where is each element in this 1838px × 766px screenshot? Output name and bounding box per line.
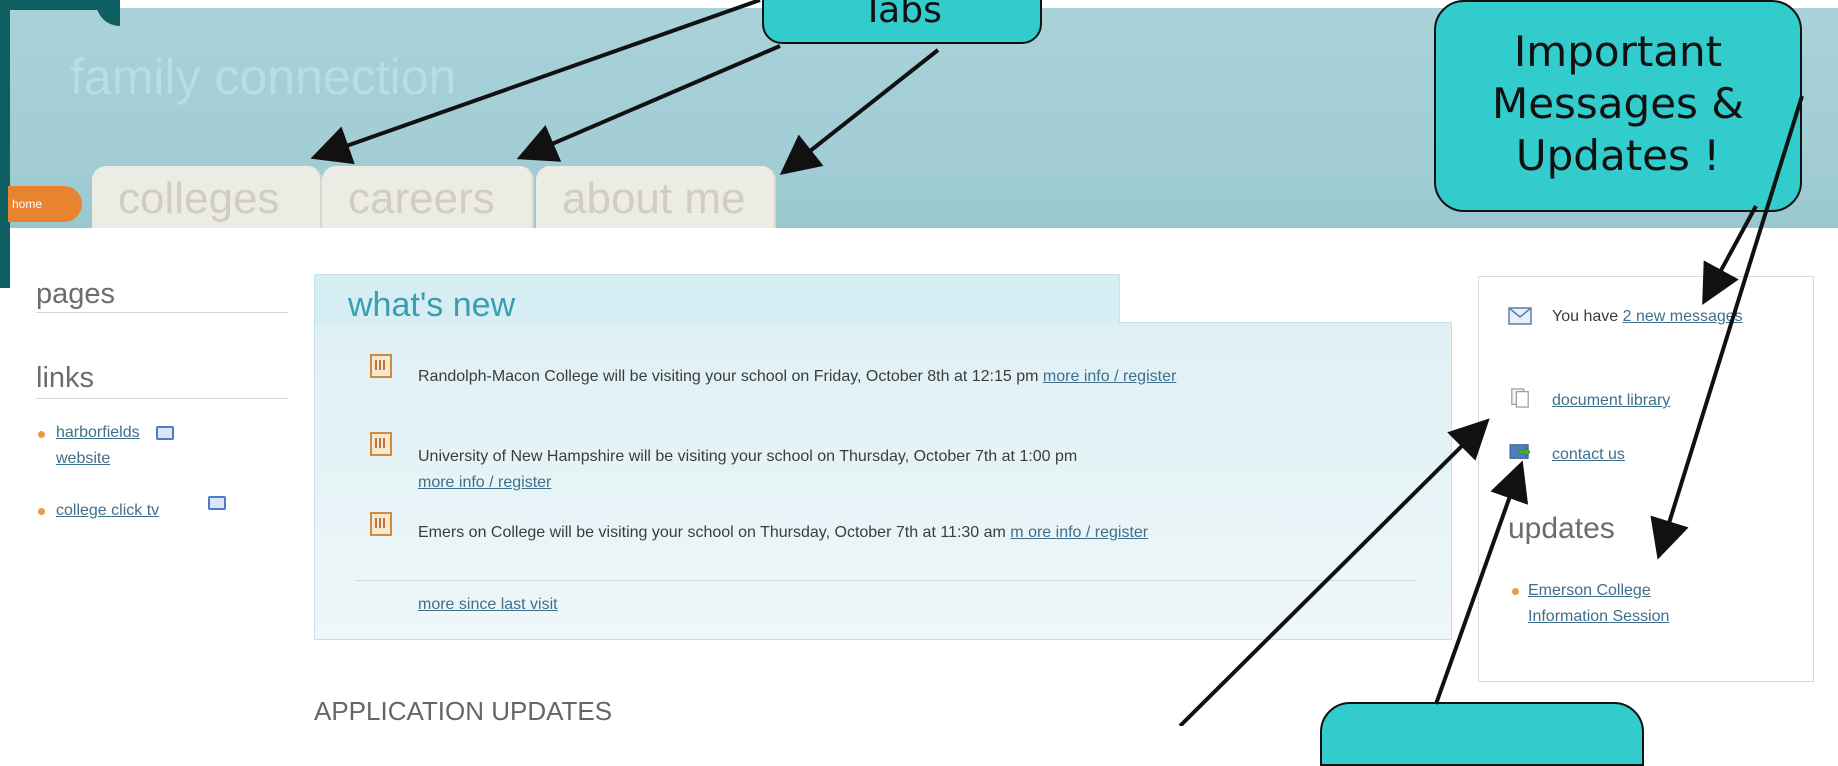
link-bullet <box>38 508 45 515</box>
event-more-info-link[interactable]: more info / register <box>1043 368 1176 385</box>
event-text: Emers on College will be visiting your s… <box>418 524 1011 541</box>
callout-bottom <box>1320 702 1644 766</box>
pages-heading: pages <box>36 278 116 310</box>
application-updates-heading: APPLICATION UPDATES <box>314 696 613 726</box>
link-label-line1: harborfields <box>56 424 140 441</box>
home-tab[interactable]: home <box>8 186 82 222</box>
messages-prefix: You have <box>1552 308 1623 325</box>
event-more-info-link[interactable]: more info / register <box>418 474 551 491</box>
links-divider <box>36 398 288 399</box>
tab-colleges[interactable]: colleges <box>92 166 322 228</box>
link-harborfields-website[interactable]: harborfields website <box>56 420 140 472</box>
update-item-emerson[interactable]: Emerson College Information Session <box>1528 578 1728 630</box>
event-item: Randolph-Macon College will be visiting … <box>418 364 1298 390</box>
contact-mail-icon <box>1509 444 1531 459</box>
pages-divider <box>36 312 288 313</box>
slide-top-corner <box>0 0 100 10</box>
document-library-link[interactable]: document library <box>1552 388 1670 414</box>
event-text: Randolph-Macon College will be visiting … <box>418 368 1043 385</box>
calendar-icon <box>370 512 392 536</box>
brand-title: family connection <box>70 49 457 105</box>
external-link-icon[interactable] <box>208 496 226 510</box>
event-item: Emers on College will be visiting your s… <box>418 520 1298 546</box>
contact-us-label: contact us <box>1552 446 1625 463</box>
whats-new-title: what's new <box>348 286 516 324</box>
calendar-icon <box>370 432 392 456</box>
callout-important-messages: Important Messages & Updates ! <box>1434 0 1802 212</box>
callout-line: Important <box>1513 27 1723 76</box>
external-link-icon[interactable] <box>156 426 174 440</box>
callout-line: Updates ! <box>1515 131 1721 180</box>
link-bullet <box>38 431 45 438</box>
link-label-line2: website <box>56 450 111 467</box>
whats-new-divider <box>356 580 1416 581</box>
new-messages-link[interactable]: 2 new messages <box>1623 308 1743 325</box>
updates-heading: updates <box>1508 512 1615 545</box>
more-since-last-visit-link[interactable]: more since last visit <box>418 596 558 614</box>
links-heading: links <box>36 362 95 394</box>
slide-left-strip <box>0 0 10 288</box>
callout-line: Messages & <box>1491 79 1745 128</box>
update-bullet <box>1512 588 1519 595</box>
calendar-icon <box>370 354 392 378</box>
document-icon <box>1511 388 1529 408</box>
event-text: University of New Hampshire will be visi… <box>418 448 1078 465</box>
messages-notice: You have 2 new messages <box>1552 304 1743 330</box>
document-library-label: document library <box>1552 392 1671 409</box>
event-item: University of New Hampshire will be visi… <box>418 444 1298 496</box>
link-college-click-tv[interactable]: college click tv <box>56 498 159 524</box>
callout-tabs: Tabs <box>762 0 1042 44</box>
tab-about-me[interactable]: about me <box>536 166 776 228</box>
contact-us-link[interactable]: contact us <box>1552 442 1625 468</box>
tab-careers[interactable]: careers <box>322 166 534 228</box>
event-more-info-link[interactable]: m ore info / register <box>1010 524 1148 541</box>
envelope-icon <box>1508 307 1532 325</box>
